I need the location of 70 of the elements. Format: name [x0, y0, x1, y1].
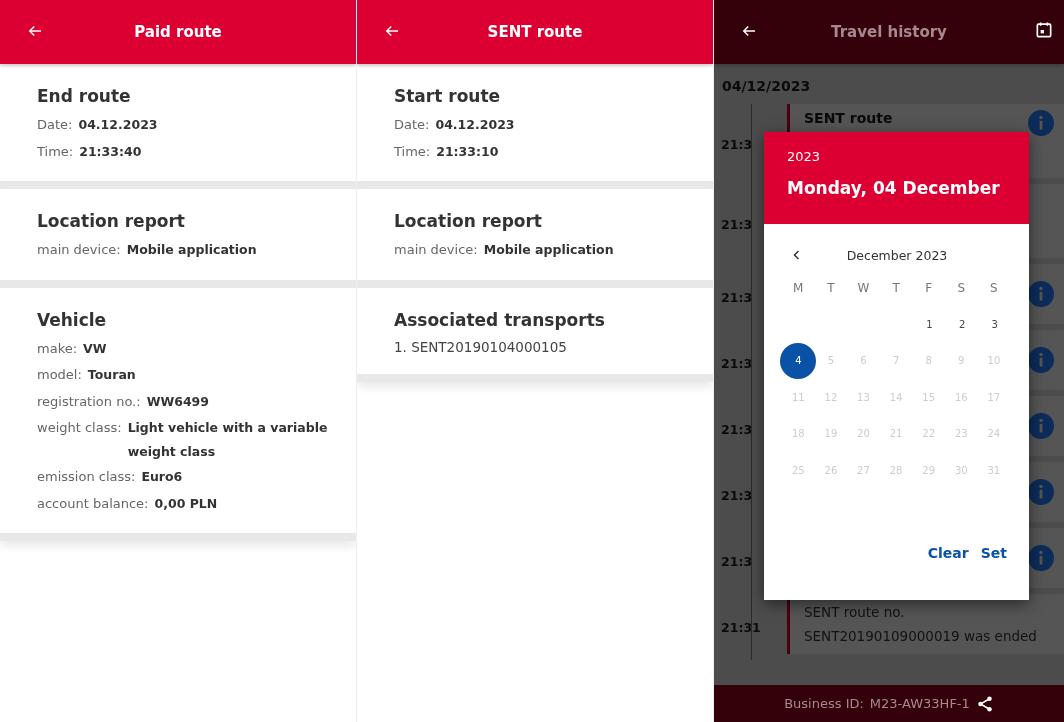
- weekday-label: S: [989, 280, 999, 297]
- field-label: registration no.:: [37, 392, 141, 411]
- info-icon[interactable]: [1028, 347, 1054, 373]
- date-heading: 04/12/2023: [721, 77, 812, 96]
- field-value: Euro6: [141, 468, 183, 486]
- entry-title: SENT route: [804, 110, 894, 126]
- clear-button[interactable]: Clear: [927, 540, 969, 565]
- field-label: Time:: [394, 142, 431, 161]
- section-title: Start route: [394, 86, 502, 106]
- field-value: VW: [83, 339, 107, 358]
- field-value: 04.12.2023: [78, 116, 158, 134]
- field-label: make:: [37, 339, 78, 358]
- weekday-label: W: [856, 280, 871, 297]
- field-value: 21:33:40: [79, 142, 142, 161]
- entry-time: 21:3: [720, 420, 754, 439]
- transport-item: 1. SENT20190104000105: [394, 337, 568, 357]
- section-title: End route: [37, 86, 132, 106]
- calendar-icon[interactable]: [1034, 20, 1054, 40]
- entry-time: 21:3: [720, 486, 754, 505]
- entry-time: 21:3: [720, 354, 754, 373]
- set-button[interactable]: Set: [980, 540, 1007, 565]
- field-value: 21:33:10: [436, 142, 499, 161]
- month-label: December 2023: [845, 247, 949, 263]
- section-title: Location report: [37, 211, 186, 231]
- field-label: emission class:: [37, 468, 136, 486]
- screen-title: SENT route: [487, 23, 583, 41]
- entry-time: 21:3: [720, 288, 754, 307]
- section-title: Associated transports: [394, 309, 606, 330]
- field-label: model:: [37, 366, 82, 384]
- info-icon[interactable]: [1028, 413, 1054, 439]
- weekday-label: T: [826, 280, 836, 297]
- field-label: main device:: [394, 241, 478, 259]
- field-label: main device:: [37, 241, 121, 259]
- calendar-day[interactable]: 4: [780, 342, 817, 379]
- entry-time: 21:3: [720, 135, 754, 154]
- entry-text: SENT route no. SENT20190109000019 was ended: [804, 603, 1038, 646]
- field-label: weight class:: [37, 419, 122, 437]
- info-icon[interactable]: [1028, 545, 1054, 571]
- field-value: Light vehicle with a variable weight class: [127, 419, 329, 461]
- weekday-label: S: [956, 280, 967, 297]
- calendar-day[interactable]: 3: [978, 306, 1011, 342]
- business-id-label: Business ID:: [784, 696, 864, 711]
- weekday-label: T: [891, 280, 901, 297]
- entry-time: 21:3: [720, 552, 754, 571]
- selected-year[interactable]: 2023: [787, 148, 1006, 166]
- field-value: Mobile application: [483, 241, 614, 259]
- entry-time: 21:31: [720, 618, 762, 637]
- field-value: 0,00 PLN: [154, 494, 218, 513]
- field-value: WW6499: [146, 392, 209, 411]
- weekday-label: F: [924, 280, 934, 297]
- business-id-value: M23-AW33HF-1: [869, 696, 970, 711]
- screen-title: Paid route: [134, 23, 222, 41]
- field-value: Mobile application: [126, 241, 257, 259]
- section-title: Location report: [394, 211, 543, 231]
- share-icon[interactable]: [975, 694, 994, 713]
- weekday-label: M: [792, 280, 805, 297]
- field-label: Date:: [394, 116, 430, 134]
- info-icon[interactable]: [1028, 281, 1054, 307]
- entry-time: 21:3: [720, 215, 754, 234]
- field-label: Date:: [37, 116, 73, 134]
- screen-title: Travel history: [831, 23, 947, 41]
- field-value: 04.12.2023: [435, 116, 515, 134]
- field-label: Time:: [37, 142, 74, 161]
- selected-date: Monday, 04 December: [787, 178, 1001, 198]
- section-title: Vehicle: [37, 309, 108, 330]
- info-icon[interactable]: [1028, 479, 1054, 505]
- field-value: Touran: [87, 366, 136, 384]
- calendar-day[interactable]: 1: [913, 306, 946, 342]
- field-label: account balance:: [37, 494, 149, 513]
- calendar-day[interactable]: 2: [945, 306, 979, 342]
